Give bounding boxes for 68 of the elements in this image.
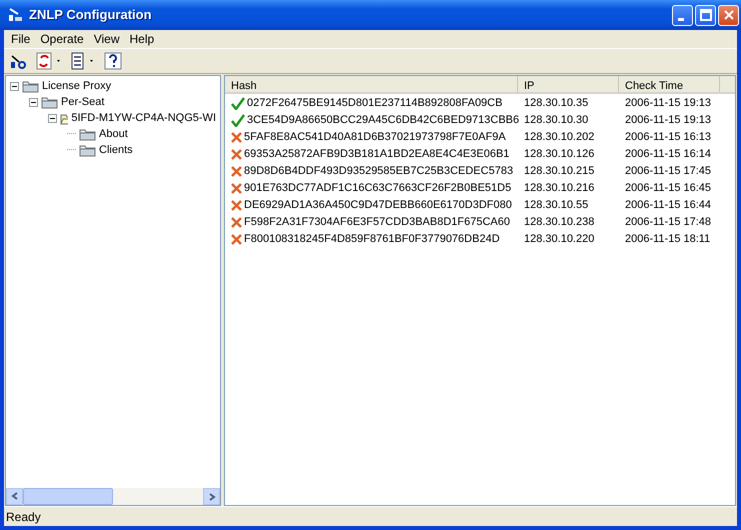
- folder-icon: [22, 79, 39, 93]
- column-header[interactable]: Hash: [225, 76, 518, 92]
- folder-icon: [79, 127, 96, 141]
- column-header[interactable]: Check Time: [619, 76, 720, 92]
- table-cell-text: 2006-11-15 17:45: [625, 164, 712, 180]
- cross-icon: [231, 166, 242, 177]
- minimize-button[interactable]: [672, 4, 693, 26]
- table-cell-text: 2006-11-15 16:44: [625, 198, 712, 214]
- table-cell-text: 2006-11-15 19:13: [625, 113, 712, 128]
- table-cell-text: F598F2A31F7304AF6E3F57CDD3BAB8D1F675CA60: [244, 215, 510, 230]
- menu-item[interactable]: View: [88, 30, 124, 48]
- table-cell-text: 2006-11-15 17:48: [625, 215, 712, 230]
- cross-icon: [231, 132, 242, 143]
- table-cell-text: 128.30.10.30: [524, 113, 588, 128]
- tree-item[interactable]: Per-Seat: [61, 94, 104, 110]
- menu-item[interactable]: Operate: [35, 30, 89, 48]
- minimize-icon: [678, 18, 684, 20]
- table-cell-text: 5FAF8E8AC541D40A81D6B37021973798F7E0AF9A: [244, 130, 506, 146]
- table-cell-text: 0272F26475BE9145D801E237114B892808FA09CB: [247, 96, 502, 112]
- expander-icon[interactable]: [48, 114, 57, 122]
- status-text: Ready: [6, 508, 41, 526]
- table-cell-text: 2006-11-15 19:13: [625, 96, 712, 112]
- table-cell-text: 89D8D6B4DDF493D93529585EB7C25B3CEDEC5783: [244, 164, 514, 180]
- table-cell-text: 128.30.10.35: [524, 96, 588, 112]
- scroll-thumb[interactable]: [23, 488, 113, 505]
- table-cell-text: 3CE54D9A86650BCC29A45C6DB42C6BED9713CBB6: [247, 113, 520, 128]
- table-cell-text: DE6929AD1A36A450C9D47DEBB660E6170D3DF080: [244, 198, 512, 214]
- tree-item[interactable]: 5IFD-M1YW-CP4A-NQG5-WI: [71, 110, 216, 126]
- expander-icon[interactable]: [29, 98, 38, 106]
- cross-icon: [231, 183, 242, 194]
- table-cell-text: 2006-11-15 16:45: [625, 181, 712, 196]
- check-icon: [231, 97, 245, 110]
- table-cell-text: 2006-11-15 16:14: [625, 147, 712, 162]
- cross-icon: [231, 217, 242, 228]
- scroll-right-button[interactable]: [203, 488, 220, 505]
- cross-icon: [231, 200, 242, 211]
- tree-item[interactable]: License Proxy: [42, 78, 112, 94]
- table-cell-text: 901E763DC77ADF1C16C63C7663CF26F2B0BE51D5: [244, 181, 512, 196]
- close-icon: [722, 9, 734, 21]
- menu-item[interactable]: File: [6, 30, 36, 48]
- maximize-icon: [700, 9, 712, 21]
- app-icon: [8, 7, 24, 23]
- folder-icon: [41, 95, 58, 109]
- table-cell-text: 128.30.10.126: [524, 147, 594, 162]
- table-cell-text: 128.30.10.215: [524, 164, 594, 180]
- table-cell-text: 128.30.10.202: [524, 130, 594, 146]
- table-cell-text: 128.30.10.238: [524, 215, 594, 230]
- menu-item[interactable]: Help: [124, 30, 160, 48]
- table-cell-text: 128.30.10.55: [524, 198, 588, 214]
- tree-item[interactable]: Clients: [99, 142, 133, 158]
- close-button[interactable]: [718, 4, 739, 26]
- folder-icon: [79, 143, 96, 157]
- table-cell-text: F800108318245F4D859F8761BF0F3779076DB24D: [244, 232, 500, 248]
- cross-icon: [231, 234, 242, 245]
- table-cell-text: 128.30.10.220: [524, 232, 594, 248]
- table-cell-text: 2006-11-15 16:13: [625, 130, 712, 146]
- expander-icon[interactable]: [10, 82, 19, 90]
- table-cell-text: 128.30.10.216: [524, 181, 594, 196]
- cross-icon: [231, 149, 242, 160]
- table-cell-text: 69353A25872AFB9D3B181A1BD2EA8E4C4E3E06B1: [244, 147, 510, 162]
- tree-item[interactable]: About: [99, 126, 128, 142]
- scroll-left-button[interactable]: [6, 488, 23, 505]
- maximize-button[interactable]: [695, 4, 716, 26]
- help-icon[interactable]: [102, 50, 124, 72]
- column-header[interactable]: IP: [518, 76, 619, 92]
- table-cell-text: 2006-11-15 18:11: [625, 232, 710, 248]
- window-title: ZNLP Configuration: [29, 6, 153, 24]
- check-icon: [231, 114, 245, 127]
